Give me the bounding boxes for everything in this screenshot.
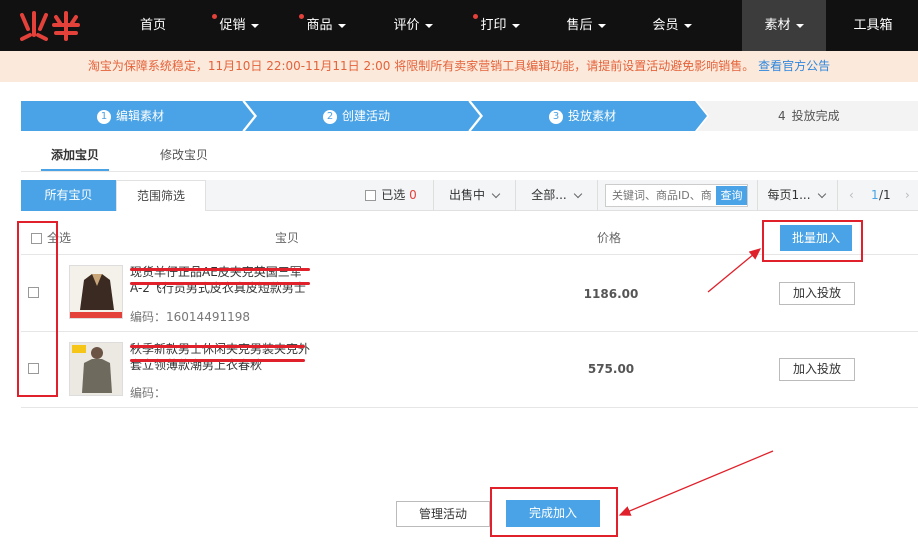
step-3: 3 投放素材 (549, 101, 616, 131)
top-nav: 首页 促销 商品 评价 打印 售后 会员 素材 工具箱 (0, 0, 918, 51)
item-thumbnail[interactable] (69, 265, 123, 319)
chevron-down-icon (573, 189, 582, 199)
add-to-campaign-button[interactable]: 加入投放 (779, 358, 855, 381)
redaction-mark (130, 282, 310, 285)
redaction-mark (130, 345, 305, 348)
chevron-down-icon (817, 189, 826, 199)
nav-item-label: 评价 (393, 18, 420, 33)
status-select[interactable]: 出售中 (433, 180, 515, 211)
col-item-header: 宝贝 (275, 231, 300, 245)
nav-item-5[interactable]: 售后 (541, 0, 631, 51)
step-3-num: 3 (549, 109, 563, 124)
step-2: 2 创建活动 (323, 101, 390, 131)
step-1-num: 1 (97, 109, 111, 124)
redaction-mark (130, 268, 310, 271)
step-4-num: 4 (778, 109, 786, 123)
notice-text: 淘宝为保障系统稳定，11月10日 22:00-11月11日 2:00 将限制所有… (87, 59, 755, 73)
manage-campaign-button[interactable]: 管理活动 (396, 501, 490, 527)
total-pages: /1 (879, 188, 891, 202)
search-button[interactable]: 查询 (716, 186, 747, 205)
item-code: 编码： (130, 384, 166, 401)
step-progress: 1 编辑素材 2 创建活动 3 投放素材 4 投放完成 (21, 101, 918, 131)
nav-item-4[interactable]: 打印 (455, 0, 545, 51)
step-2-num: 2 (323, 109, 337, 124)
category-select[interactable]: 全部... (515, 180, 597, 211)
caret-down-icon (511, 23, 520, 28)
nav-item-0[interactable]: 首页 (108, 0, 198, 51)
prev-page-icon[interactable]: ‹ (849, 180, 854, 211)
all-items-button[interactable]: 所有宝贝 (21, 180, 116, 211)
tab-add-items[interactable]: 添加宝贝 (41, 140, 109, 171)
per-page-select[interactable]: 每页1... (757, 180, 835, 211)
selected-count: 0 (409, 188, 417, 202)
caret-down-icon (424, 23, 433, 28)
pager: ‹ 1 /1 › (839, 180, 918, 211)
item-code-value: 16014491198 (166, 310, 250, 324)
caret-down-icon (597, 23, 606, 28)
per-page-value: 每页1... (767, 188, 811, 202)
arrow-to-finish (618, 450, 774, 516)
step-3-label: 投放素材 (568, 109, 617, 123)
notification-dot-icon (212, 14, 217, 19)
notification-dot-icon (299, 14, 304, 19)
step-4: 4 投放完成 (778, 101, 840, 131)
col-price-header: 价格 (597, 231, 622, 245)
brand-logo[interactable] (18, 9, 82, 41)
notice-bar: 淘宝为保障系统稳定，11月10日 22:00-11月11日 2:00 将限制所有… (0, 51, 918, 82)
search-box: 查询 (605, 184, 748, 207)
caret-down-icon (683, 23, 692, 28)
selected-toggle[interactable]: 已选 0 (356, 180, 426, 211)
filter-bar: 所有宝贝 范围筛选 已选 0 出售中 全部... 查询 每页1... ‹ 1 /… (21, 180, 918, 211)
item-code: 编码：16014491198 (130, 308, 250, 325)
nav-item-1[interactable]: 促销 (194, 0, 284, 51)
item-code-label: 编码： (130, 386, 167, 400)
caret-down-icon (337, 23, 346, 28)
highlight-batch-add (762, 220, 863, 262)
table-row: 秋季新款男士休闲夹克男装夹克外套立领薄款潮男上衣春秋 编码： 575.00 加入… (21, 332, 918, 408)
item-price: 575.00 (587, 362, 635, 376)
highlight-checkboxes (17, 221, 58, 397)
caret-down-icon (250, 23, 259, 28)
nav-item-label: 售后 (566, 18, 593, 33)
caret-down-icon (795, 23, 804, 28)
nav-item-label: 工具箱 (853, 18, 893, 33)
step-1: 1 编辑素材 (97, 101, 164, 131)
highlight-finish (490, 487, 618, 537)
notification-dot-icon (473, 14, 478, 19)
chevron-down-icon (491, 189, 501, 199)
nav-item-8[interactable]: 工具箱 (825, 0, 918, 51)
current-page: 1 (871, 188, 879, 202)
nav-item-label: 打印 (480, 18, 507, 33)
item-code-label: 编码： (130, 310, 167, 324)
step-4-label: 投放完成 (791, 109, 840, 123)
tab-edit-items[interactable]: 修改宝贝 (151, 140, 217, 171)
selected-label: 已选 (381, 188, 406, 202)
table-row: 现货羊仔正品AE皮夹克英国三军A-2飞行员男式皮衣真皮短款男士 编码：16014… (21, 255, 918, 332)
item-tabs: 添加宝贝 修改宝贝 (21, 140, 918, 172)
nav-item-2[interactable]: 商品 (281, 0, 371, 51)
nav-item-label: 促销 (219, 18, 246, 33)
notice-link[interactable]: 查看官方公告 (758, 59, 830, 73)
range-filter-button[interactable]: 范围筛选 (116, 180, 206, 211)
next-page-icon[interactable]: › (905, 180, 910, 211)
nav-item-label: 商品 (306, 18, 333, 33)
nav-item-3[interactable]: 评价 (368, 0, 458, 51)
search-input[interactable] (606, 185, 716, 206)
step-1-label: 编辑素材 (116, 109, 165, 123)
step-2-label: 创建活动 (342, 109, 391, 123)
item-price: 1186.00 (583, 287, 639, 301)
nav-item-7[interactable]: 素材 (742, 0, 826, 51)
nav-item-label: 首页 (139, 18, 166, 33)
add-to-campaign-button[interactable]: 加入投放 (779, 282, 855, 305)
category-value: 全部... (531, 188, 567, 202)
nav-item-label: 素材 (764, 18, 791, 33)
nav-item-6[interactable]: 会员 (627, 0, 717, 51)
item-thumbnail[interactable] (69, 342, 123, 396)
nav-item-label: 会员 (652, 18, 679, 33)
selected-checkbox[interactable] (365, 190, 377, 201)
redaction-mark (130, 359, 305, 362)
status-value: 出售中 (448, 188, 485, 202)
